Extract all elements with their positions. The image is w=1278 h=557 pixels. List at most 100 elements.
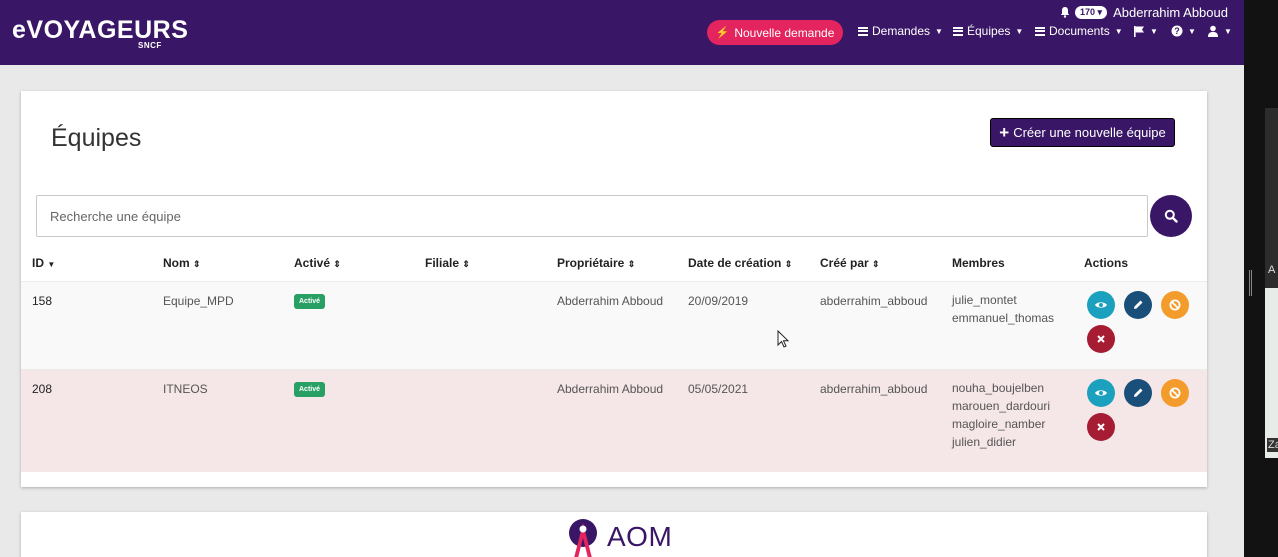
create-team-label: Créer une nouvelle équipe: [1013, 125, 1166, 140]
caret-down-icon: ▼: [1224, 26, 1232, 36]
user-info: 170 ▾ Abderrahim Abboud: [1059, 3, 1228, 21]
page-title: Équipes: [51, 124, 142, 152]
adjacent-text-b: Za: [1267, 438, 1278, 452]
column-header-created[interactable]: Date de création ⇕: [688, 256, 792, 270]
sort-desc-icon: ▼: [47, 260, 56, 269]
bolt-icon: ⚡: [715, 27, 730, 39]
resize-handle[interactable]: [1249, 270, 1252, 296]
notification-count-badge[interactable]: 170 ▾: [1075, 5, 1108, 19]
nav-label: Équipes: [967, 24, 1011, 38]
cell-created: 05/05/2021: [688, 382, 749, 396]
aom-logo-icon: [569, 519, 597, 557]
aom-logo-text: AOM: [607, 521, 673, 552]
top-navbar: eVOYAGEURS SNCF 170 ▾ Abderrahim Abboud …: [0, 0, 1244, 65]
nav-user-menu[interactable]: ▼: [1207, 22, 1232, 40]
edit-button[interactable]: [1124, 291, 1152, 319]
caret-down-icon: ▼: [1015, 26, 1024, 36]
column-header-created-by[interactable]: Créé par ⇕: [820, 256, 880, 270]
disable-button[interactable]: [1161, 291, 1189, 319]
sort-icon: ⇕: [333, 259, 341, 269]
member-name: julie_montet: [952, 293, 1017, 307]
bell-icon[interactable]: [1059, 6, 1071, 18]
view-button[interactable]: [1087, 379, 1115, 407]
caret-down-icon: ▼: [1188, 26, 1196, 36]
column-header-owner[interactable]: Propriétaire ⇕: [557, 256, 635, 270]
svg-text:?: ?: [1174, 26, 1180, 36]
help-icon: ?: [1171, 25, 1183, 37]
member-name: nouha_boujelben: [952, 381, 1045, 395]
new-request-button[interactable]: ⚡ Nouvelle demande: [707, 20, 843, 45]
table-row: 208 ITNEOS Activé Abderrahim Abboud 05/0…: [21, 369, 1207, 472]
aom-card: AOM: [21, 512, 1207, 557]
sort-icon: ⇕: [462, 259, 470, 269]
list-icon: [953, 26, 963, 36]
cell-id: 158: [32, 294, 53, 308]
view-button[interactable]: [1087, 291, 1115, 319]
cell-created: 20/09/2019: [688, 294, 749, 308]
delete-button[interactable]: [1087, 413, 1115, 441]
column-header-active[interactable]: Activé ⇕: [294, 256, 341, 270]
caret-down-icon: ▼: [1150, 26, 1158, 36]
search-icon: [1164, 209, 1178, 223]
nav-label: Documents: [1049, 24, 1110, 38]
nav-help-menu[interactable]: ? ▼: [1171, 22, 1196, 40]
member-name: emmanuel_thomas: [952, 311, 1055, 325]
close-icon: [1097, 423, 1105, 431]
adjacent-panel-b: Za: [1265, 288, 1278, 458]
eye-icon: [1095, 390, 1107, 396]
sort-icon: ⇕: [872, 259, 880, 269]
create-team-button[interactable]: + Créer une nouvelle équipe: [990, 118, 1175, 147]
close-icon: [1097, 335, 1105, 343]
caret-down-icon: ▼: [935, 26, 943, 36]
evoyageurs-logo[interactable]: eVOYAGEURS SNCF: [12, 16, 189, 50]
pencil-icon: [1134, 388, 1143, 397]
eye-icon: [1095, 302, 1107, 308]
flag-icon: [1134, 26, 1144, 37]
column-header-id[interactable]: ID ▼: [32, 256, 55, 270]
sort-icon: ⇕: [627, 259, 636, 269]
column-header-actions: Actions: [1084, 256, 1129, 270]
column-header-members: Membres: [952, 256, 1005, 270]
list-icon: [1035, 26, 1045, 36]
cell-owner: Abderrahim Abboud: [557, 294, 664, 308]
ban-icon: [1169, 299, 1181, 311]
column-header-nom[interactable]: Nom ⇕: [163, 256, 201, 270]
user-icon: [1208, 25, 1218, 37]
table-row: 158 Equipe_MPD Activé Abderrahim Abboud …: [21, 281, 1207, 369]
delete-button[interactable]: [1087, 325, 1115, 353]
logo-text: eVOYAGEURS: [12, 16, 189, 44]
sort-icon: ⇕: [193, 259, 201, 269]
table-header: ID ▼ Nom ⇕ Activé ⇕ Filiale ⇕ Propriétai…: [21, 245, 1207, 281]
ban-icon: [1169, 387, 1181, 399]
team-search-input[interactable]: [36, 195, 1148, 237]
cell-owner: Abderrahim Abboud: [557, 382, 664, 396]
member-name: julien_didier: [952, 435, 1017, 449]
member-name: marouen_dardouri: [952, 399, 1051, 413]
caret-down-icon: ▼: [1114, 26, 1123, 36]
cell-created-by: abderrahim_abboud: [820, 294, 928, 308]
user-name[interactable]: Abderrahim Abboud: [1113, 5, 1228, 20]
disable-button[interactable]: [1161, 379, 1189, 407]
nav-flag-menu[interactable]: ▼: [1133, 22, 1158, 40]
edit-button[interactable]: [1124, 379, 1152, 407]
pencil-icon: [1134, 300, 1143, 309]
search-button[interactable]: [1150, 195, 1192, 237]
logo-subtext: SNCF: [138, 41, 162, 50]
nav-label: Demandes: [872, 24, 931, 38]
cell-name: Equipe_MPD: [163, 294, 234, 308]
status-badge: Activé: [294, 382, 326, 397]
cell-id: 208: [32, 382, 53, 396]
adjacent-text-a: A: [1268, 264, 1276, 276]
nav-demandes[interactable]: Demandes ▼: [858, 22, 943, 40]
cell-members: julie_montet emmanuel_thomas: [952, 291, 1054, 327]
nav-equipes[interactable]: Équipes ▼: [953, 22, 1023, 40]
cell-members: nouha_boujelben marouen_dardouri magloir…: [952, 379, 1050, 451]
column-header-filiale[interactable]: Filiale ⇕: [425, 256, 470, 270]
status-badge: Activé: [294, 294, 326, 309]
cell-name: ITNEOS: [163, 382, 208, 396]
plus-icon: +: [999, 123, 1010, 142]
sort-icon: ⇕: [784, 259, 793, 269]
nav-documents[interactable]: Documents ▼: [1035, 22, 1123, 40]
list-icon: [858, 26, 868, 36]
teams-card: Équipes + Créer une nouvelle équipe ID ▼…: [21, 91, 1207, 487]
